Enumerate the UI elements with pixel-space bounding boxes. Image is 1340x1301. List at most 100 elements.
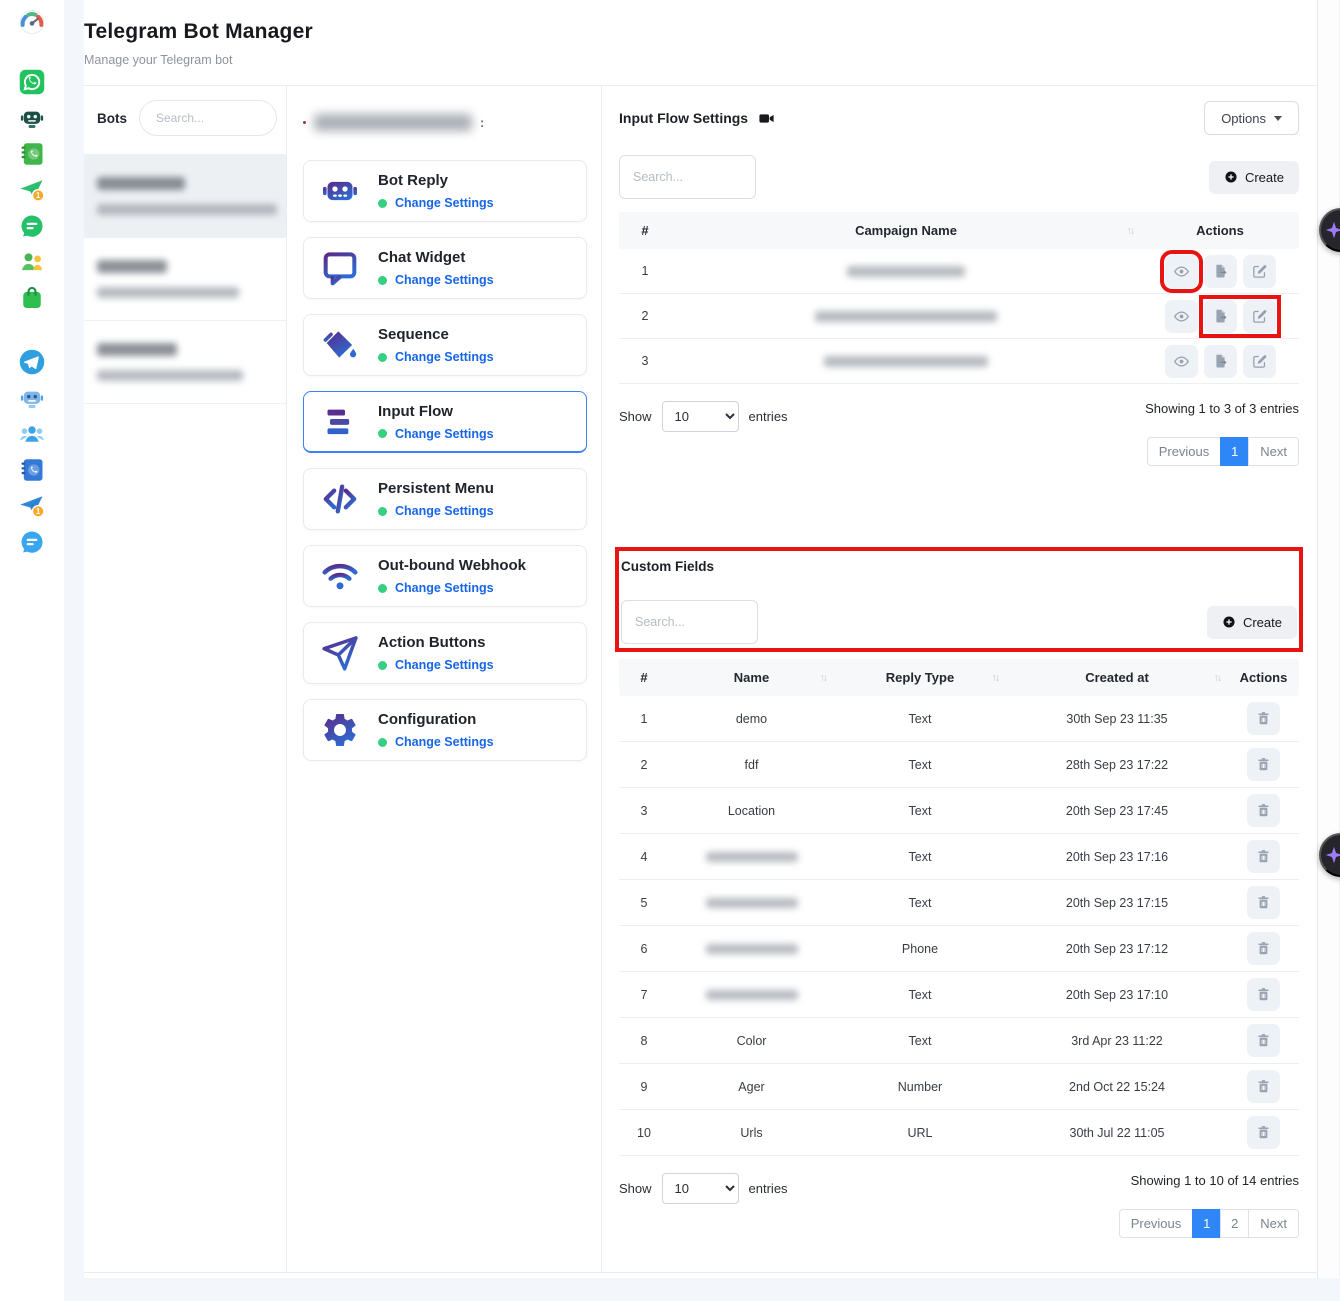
delete-button[interactable] [1247,886,1280,919]
change-settings-link[interactable]: Change Settings [395,504,494,518]
detail-panel: Input Flow Settings Options Create [602,86,1317,1272]
sort-icon[interactable]: ↑↓ [1214,672,1221,684]
export-button[interactable] [1204,255,1237,288]
view-eye-button[interactable] [1165,255,1198,288]
col-index[interactable]: # [619,670,669,685]
reply-type: Text [834,988,1006,1002]
custom-fields-search-input[interactable] [621,600,758,644]
field-name: Ager [669,1080,834,1094]
view-eye-button[interactable] [1165,345,1198,378]
telegram-icon[interactable] [17,347,47,377]
change-settings-link[interactable]: Change Settings [395,658,494,672]
sort-icon[interactable]: ↑↓ [1127,225,1134,237]
send-coin-blue-icon[interactable]: 1 [17,491,47,521]
create-campaign-button[interactable]: Create [1209,161,1299,194]
chat-lines-green-icon[interactable] [17,211,47,241]
custom-field-row: 1 demo Text 30th Sep 23 11:35 [619,696,1299,742]
previous-page-button[interactable]: Previous [1119,1209,1194,1238]
view-eye-button[interactable] [1165,300,1198,333]
entries-select[interactable]: 10 [662,1173,739,1204]
entries-select[interactable]: 10 [662,401,739,432]
bot-list-item[interactable] [84,238,286,321]
card-input-flow[interactable]: Input Flow Change Settings [303,391,587,453]
sort-icon[interactable]: ↑↓ [992,672,999,684]
status-dot [378,429,387,438]
col-reply-type[interactable]: Reply Type↑↓ [834,670,1006,685]
change-settings-link[interactable]: Change Settings [395,581,494,595]
export-button[interactable] [1204,300,1237,333]
video-camera-icon[interactable] [758,110,775,127]
whatsapp-icon[interactable] [17,67,47,97]
dashboard-gauge-icon[interactable] [17,7,47,37]
field-name: demo [669,712,834,726]
next-page-button[interactable]: Next [1248,437,1299,466]
contacts-phone-green-icon[interactable] [17,139,47,169]
reply-type: Text [834,712,1006,726]
delete-button[interactable] [1247,794,1280,827]
export-button[interactable] [1204,345,1237,378]
col-label: Name [734,670,769,685]
export-file-icon [1212,308,1229,325]
card-configuration[interactable]: Configuration Change Settings [303,699,587,761]
change-settings-link[interactable]: Change Settings [395,350,494,364]
col-campaign-name[interactable]: Campaign Name↑↓ [671,223,1141,238]
edit-button[interactable] [1243,255,1276,288]
page-header: Telegram Bot Manager Manage your Telegra… [84,0,1317,67]
change-settings-link[interactable]: Change Settings [395,273,494,287]
row-index: 9 [619,1080,669,1094]
scrollbar-gutter[interactable] [1317,0,1340,1278]
edit-button[interactable] [1243,345,1276,378]
card-bot-reply[interactable]: Bot Reply Change Settings [303,160,587,222]
page-1-button[interactable]: 1 [1192,1209,1221,1238]
card-outbound-webhook[interactable]: Out-bound Webhook Change Settings [303,545,587,607]
options-button[interactable]: Options [1204,101,1299,135]
bots-search-input[interactable] [139,100,277,136]
page-title: Telegram Bot Manager [84,20,1317,44]
row-index: 4 [619,850,669,864]
robot-green-icon[interactable] [17,103,47,133]
change-settings-link[interactable]: Change Settings [395,735,494,749]
status-dot [378,199,387,208]
svg-text:1: 1 [36,191,41,200]
delete-button[interactable] [1247,1024,1280,1057]
campaign-search-input[interactable] [619,155,756,199]
delete-button[interactable] [1247,702,1280,735]
card-action-buttons[interactable]: Action Buttons Change Settings [303,622,587,684]
card-sequence[interactable]: Sequence Change Settings [303,314,587,376]
previous-page-button[interactable]: Previous [1147,437,1222,466]
sort-icon[interactable]: ↑↓ [820,672,827,684]
contacts-phone-blue-icon[interactable] [17,455,47,485]
col-index[interactable]: # [619,223,671,238]
delete-button[interactable] [1247,932,1280,965]
page-1-button[interactable]: 1 [1220,437,1249,466]
delete-button[interactable] [1247,1116,1280,1149]
chat-lines-blue-icon[interactable] [17,527,47,557]
card-persistent-menu[interactable]: Persistent Menu Change Settings [303,468,587,530]
delete-button[interactable] [1247,1070,1280,1103]
robot-blue-icon[interactable] [17,383,47,413]
create-custom-field-button[interactable]: Create [1207,606,1297,639]
edit-button[interactable] [1243,300,1276,333]
bot-list-item[interactable] [84,155,286,238]
status-dot [378,584,387,593]
entries-label: entries [749,1181,788,1196]
users-blue-icon[interactable] [17,419,47,449]
bot-list-item[interactable] [84,321,286,404]
delete-button[interactable] [1247,978,1280,1011]
change-settings-link[interactable]: Change Settings [395,196,494,210]
delete-button[interactable] [1247,748,1280,781]
team-puzzle-icon[interactable] [17,247,47,277]
col-created-at[interactable]: Created at↑↓ [1006,670,1228,685]
campaigns-table-header: # Campaign Name↑↓ Actions [619,212,1299,249]
trash-icon [1255,848,1272,865]
input-flow-settings-title: Input Flow Settings [619,110,775,127]
send-coin-green-icon[interactable]: 1 [17,175,47,205]
card-chat-widget[interactable]: Chat Widget Change Settings [303,237,587,299]
col-name[interactable]: Name ↑↓ [669,670,834,685]
change-settings-link[interactable]: Change Settings [395,427,494,441]
created-at: 28th Sep 23 17:22 [1006,758,1228,772]
page-2-button[interactable]: 2 [1220,1209,1249,1238]
next-page-button[interactable]: Next [1248,1209,1299,1238]
delete-button[interactable] [1247,840,1280,873]
shopping-bag-icon[interactable] [17,283,47,313]
